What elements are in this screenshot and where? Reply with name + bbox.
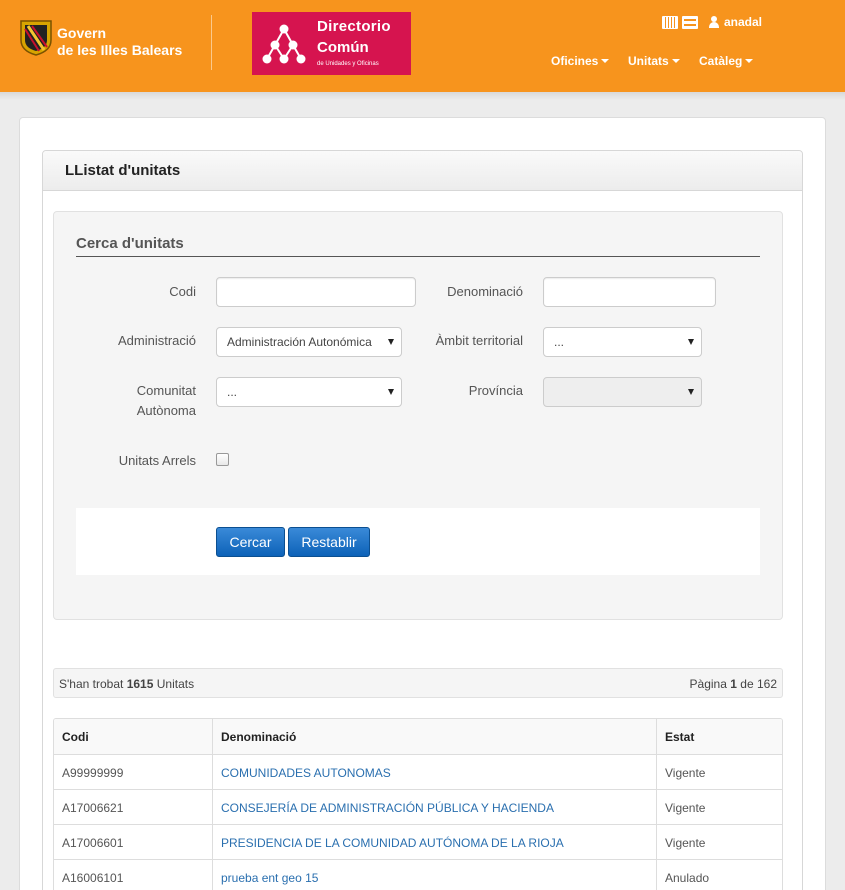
ambit-select[interactable]: ... — [543, 327, 702, 357]
logo-line1: Directorio — [317, 18, 391, 35]
page-label: Pàgina — [689, 677, 727, 691]
select-arrow-icon — [388, 339, 394, 345]
cell-codi: A16006101 — [54, 860, 213, 890]
panel-heading: LListat d'unitats — [43, 151, 802, 191]
denominacio-input[interactable] — [543, 277, 716, 307]
language-flag-icon[interactable] — [662, 16, 678, 29]
cell-estat: Vigente — [665, 836, 706, 850]
top-header: Govern de les Illes Balears Directorio C… — [0, 0, 845, 92]
column-header-denominacio[interactable]: Denominació — [213, 719, 657, 754]
denominacio-label: Denominació — [447, 284, 523, 299]
header-divider — [211, 15, 212, 70]
codi-label: Codi — [169, 284, 196, 299]
arrels-label: Unitats Arrels — [118, 453, 196, 468]
cell-estat: Anulado — [665, 871, 710, 885]
table-row: A99999999 COMUNIDADES AUTONOMAS Vigente — [54, 754, 782, 789]
select-arrow-icon — [688, 389, 694, 395]
govern-text: Govern de les Illes Balears — [57, 25, 182, 59]
username: anadal — [724, 15, 763, 29]
unit-link[interactable]: prueba ent geo 15 — [213, 860, 657, 890]
found-suffix: Unitats — [156, 677, 195, 691]
comunitat-label-line2: Autònoma — [136, 403, 196, 418]
nav-cataleg-label: Catàleg — [699, 54, 743, 68]
provincia-label: Província — [468, 383, 523, 398]
page-title: LListat d'unitats — [65, 162, 181, 179]
table-row: A16006101 prueba ent geo 15 Anulado — [54, 859, 782, 890]
arrels-checkbox[interactable] — [216, 453, 229, 466]
logo-line3: de Unidades y Oficinas — [317, 61, 379, 67]
results-count: S'han trobat 1615 Unitats — [59, 677, 194, 691]
comunitat-select[interactable]: ... — [216, 377, 402, 407]
directorio-comun-logo[interactable]: Directorio Común de Unidades y Oficinas — [252, 12, 411, 75]
administracio-label: Administració — [117, 333, 196, 348]
results-table: Codi Denominació Estat A99999999 COMUNID… — [53, 718, 783, 890]
cell-codi: A99999999 — [54, 755, 213, 789]
unit-link[interactable]: CONSEJERÍA DE ADMINISTRACIÓN PÚBLICA Y H… — [213, 790, 657, 824]
ambit-label: Àmbit territorial — [435, 333, 523, 348]
column-header-estat[interactable]: Estat — [657, 719, 782, 754]
ambit-value: ... — [554, 335, 565, 349]
govern-line2: de les Illes Balears — [57, 42, 183, 58]
chevron-down-icon — [601, 59, 610, 63]
unit-link[interactable]: COMUNIDADES AUTONOMAS — [213, 755, 657, 789]
select-arrow-icon — [388, 389, 394, 395]
provincia-select[interactable] — [543, 377, 702, 407]
user-icon — [708, 16, 720, 28]
cell-codi: A17006621 — [54, 790, 213, 824]
found-count: 1615 — [126, 677, 154, 691]
logo-line2: Común — [317, 39, 369, 56]
search-legend: Cerca d'unitats — [76, 235, 184, 252]
table-header-row: Codi Denominació Estat — [54, 719, 782, 754]
table-row: A17006601 PRESIDENCIA DE LA COMUNIDAD AU… — [54, 824, 782, 859]
nav-oficines-label: Oficines — [551, 54, 599, 68]
page-current: 1 — [730, 677, 737, 691]
pagination-info: Pàgina 1 de 162 — [690, 677, 777, 691]
cell-estat: Vigente — [665, 766, 706, 780]
nav-unitats[interactable]: Unitats — [628, 54, 680, 68]
comunitat-value: ... — [227, 385, 238, 399]
page-of: de — [740, 677, 754, 691]
tree-hierarchy-icon — [262, 24, 306, 64]
comunitat-label: Comunitat Autònoma — [100, 381, 196, 421]
header-shadow — [0, 92, 845, 100]
comunitat-label-line1: Comunitat — [136, 383, 196, 398]
search-button[interactable]: Cercar — [216, 527, 285, 557]
administracio-select[interactable]: Administración Autonómica — [216, 327, 402, 357]
administracio-value: Administración Autonómica — [227, 335, 372, 349]
found-prefix: S'han trobat — [59, 677, 124, 691]
nav-unitats-label: Unitats — [628, 54, 669, 68]
results-info-bar: S'han trobat 1615 Unitats Pàgina 1 de 16… — [53, 668, 783, 698]
nav-cataleg[interactable]: Catàleg — [699, 54, 754, 68]
cell-estat: Vigente — [665, 801, 706, 815]
column-header-codi[interactable]: Codi — [54, 719, 213, 754]
reset-button[interactable]: Restablir — [288, 527, 370, 557]
select-arrow-icon — [688, 339, 694, 345]
top-icons — [662, 16, 698, 29]
user-menu[interactable]: anadal — [708, 15, 762, 29]
govern-shield-logo[interactable] — [20, 20, 52, 56]
page-total: 162 — [756, 677, 777, 691]
chevron-down-icon — [745, 59, 754, 63]
cell-codi: A17006601 — [54, 825, 213, 859]
chevron-down-icon — [671, 59, 680, 63]
legend-divider — [76, 256, 760, 257]
codi-input[interactable] — [216, 277, 416, 307]
unit-link[interactable]: PRESIDENCIA DE LA COMUNIDAD AUTÓNOMA DE … — [213, 825, 657, 859]
govern-line1: Govern — [57, 25, 107, 41]
nav-oficines[interactable]: Oficines — [551, 54, 610, 68]
button-area — [76, 508, 760, 575]
language-alt-icon[interactable] — [682, 16, 698, 29]
table-row: A17006621 CONSEJERÍA DE ADMINISTRACIÓN P… — [54, 789, 782, 824]
